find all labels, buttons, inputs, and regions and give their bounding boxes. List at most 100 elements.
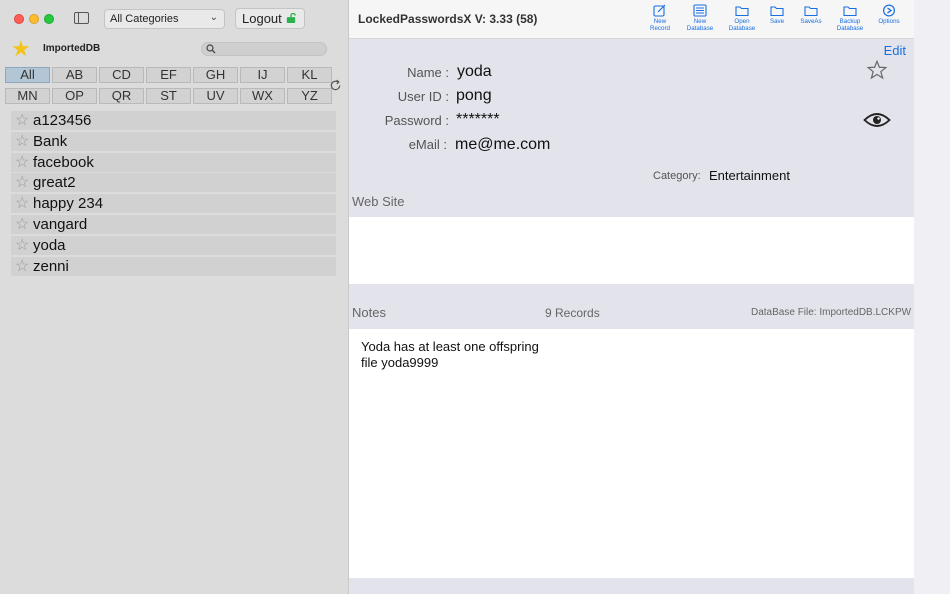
favorite-star-icon[interactable] <box>866 59 888 81</box>
filter-op[interactable]: OP <box>52 88 97 104</box>
filter-cd[interactable]: CD <box>99 67 144 83</box>
star-outline-icon[interactable]: ☆ <box>15 111 29 130</box>
favorites-star-icon[interactable]: ★ <box>11 38 31 60</box>
zoom-window-button[interactable] <box>44 14 54 24</box>
filter-yz[interactable]: YZ <box>287 88 332 104</box>
search-input[interactable] <box>201 42 327 56</box>
notes-text: Yoda has at least one offspring file yod… <box>361 339 539 371</box>
refresh-icon[interactable] <box>329 79 342 92</box>
password-value: ******* <box>456 111 500 128</box>
chevron-down-icon: ⌄ <box>209 12 218 23</box>
open-database-label-1: Open <box>734 18 750 25</box>
record-name: yoda <box>33 236 66 254</box>
record-name: zenni <box>33 257 69 275</box>
record-item[interactable]: ☆ zenni <box>11 256 336 276</box>
category-label: Category: <box>653 170 701 182</box>
database-name: ImportedDB <box>43 43 101 54</box>
new-record-button[interactable]: New Record <box>647 4 673 32</box>
filter-ij[interactable]: IJ <box>240 67 285 83</box>
record-name: a123456 <box>33 112 92 129</box>
star-outline-icon[interactable]: ☆ <box>15 153 29 172</box>
save-as-button[interactable]: SaveAs <box>799 4 823 25</box>
new-database-label-1: New <box>693 18 707 25</box>
save-button[interactable]: Save <box>767 4 787 25</box>
password-label: Password : <box>384 113 449 128</box>
new-record-icon <box>653 4 666 17</box>
folder-icon <box>770 6 784 17</box>
database-file: DataBase File: ImportedDB.LCKPW <box>751 307 912 318</box>
filter-gh[interactable]: GH <box>193 67 238 83</box>
window-title: LockedPasswordsX V: 3.33 (58) <box>358 12 538 26</box>
search-icon <box>206 44 216 54</box>
options-button[interactable]: Options <box>875 4 903 25</box>
new-database-icon <box>693 4 707 17</box>
star-outline-icon[interactable]: ☆ <box>15 236 29 255</box>
backup-database-label-1: Backup <box>839 18 861 25</box>
record-name: vangard <box>33 215 88 233</box>
record-name: Bank <box>33 132 68 150</box>
sidebar-toggle-icon[interactable] <box>74 12 89 24</box>
new-record-label-1: New <box>653 18 667 25</box>
app-window: All Categories ⌄ Logout ★ ImportedDB All… <box>0 0 914 594</box>
edit-button[interactable]: Edit <box>884 43 906 58</box>
record-name: great2 <box>33 174 76 192</box>
folder-icon <box>843 6 857 17</box>
website-label: Web Site <box>352 194 405 209</box>
record-list: ☆ a123456 ☆ Bank ☆ facebook ☆ great2 ☆ happy … <box>11 111 336 277</box>
filter-qr[interactable]: QR <box>99 88 144 104</box>
record-item[interactable]: ☆ Bank <box>11 131 336 151</box>
minimize-window-button[interactable] <box>29 14 39 24</box>
email-value: me@me.com <box>455 136 551 153</box>
name-value: yoda <box>457 63 492 80</box>
folder-icon <box>735 6 749 17</box>
notes-label: Notes <box>352 305 386 320</box>
category-value: Entertainment <box>709 168 790 183</box>
filter-kl[interactable]: KL <box>287 67 332 83</box>
unlocked-padlock-icon <box>286 13 296 23</box>
backup-database-label-2: Database <box>836 25 864 32</box>
folder-icon <box>804 6 818 17</box>
filter-ab[interactable]: AB <box>52 67 97 83</box>
filter-st[interactable]: ST <box>146 88 191 104</box>
record-name: facebook <box>33 153 94 171</box>
filter-wx[interactable]: WX <box>240 88 285 104</box>
save-label: Save <box>769 18 785 25</box>
filter-uv[interactable]: UV <box>193 88 238 104</box>
sidebar: All Categories ⌄ Logout ★ ImportedDB All… <box>0 0 349 594</box>
record-item[interactable]: ☆ yoda <box>11 235 336 255</box>
notes-line: file yoda9999 <box>361 355 439 370</box>
filter-ef[interactable]: EF <box>146 67 191 83</box>
category-select-value: All Categories <box>110 13 179 25</box>
record-item[interactable]: ☆ facebook <box>11 152 336 172</box>
record-item[interactable]: ☆ a123456 <box>11 111 336 130</box>
filter-mn[interactable]: MN <box>5 88 50 104</box>
star-outline-icon[interactable]: ☆ <box>15 194 29 213</box>
open-database-label-2: Database <box>728 25 756 32</box>
star-outline-icon[interactable]: ☆ <box>15 132 29 151</box>
record-item[interactable]: ☆ vangard <box>11 214 336 234</box>
record-item[interactable]: ☆ happy 234 <box>11 194 336 214</box>
star-outline-icon[interactable]: ☆ <box>15 215 29 234</box>
new-database-label-2: Database <box>686 25 714 32</box>
records-count: 9 Records <box>545 306 600 320</box>
toolbar: LockedPasswordsX V: 3.33 (58) New Record… <box>349 0 914 39</box>
filter-all[interactable]: All <box>5 67 50 83</box>
new-database-button[interactable]: New Database <box>685 4 715 32</box>
save-as-label: SaveAs <box>800 18 822 25</box>
category-select[interactable]: All Categories ⌄ <box>104 9 225 29</box>
userid-label: User ID : <box>397 89 449 104</box>
notes-line: Yoda has at least one offspring <box>361 339 539 354</box>
star-outline-icon[interactable]: ☆ <box>15 257 29 276</box>
logout-label: Logout <box>242 11 282 26</box>
eye-icon[interactable] <box>863 111 891 129</box>
star-outline-icon[interactable]: ☆ <box>15 173 29 192</box>
logout-button[interactable]: Logout <box>235 8 305 29</box>
record-item[interactable]: ☆ great2 <box>11 173 336 193</box>
website-field[interactable] <box>349 217 914 284</box>
close-window-button[interactable] <box>14 14 24 24</box>
open-database-button[interactable]: Open Database <box>727 4 757 32</box>
email-label: eMail : <box>408 137 447 152</box>
name-label: Name : <box>407 65 449 80</box>
backup-database-button[interactable]: Backup Database <box>835 4 865 32</box>
gear-icon <box>882 4 896 17</box>
